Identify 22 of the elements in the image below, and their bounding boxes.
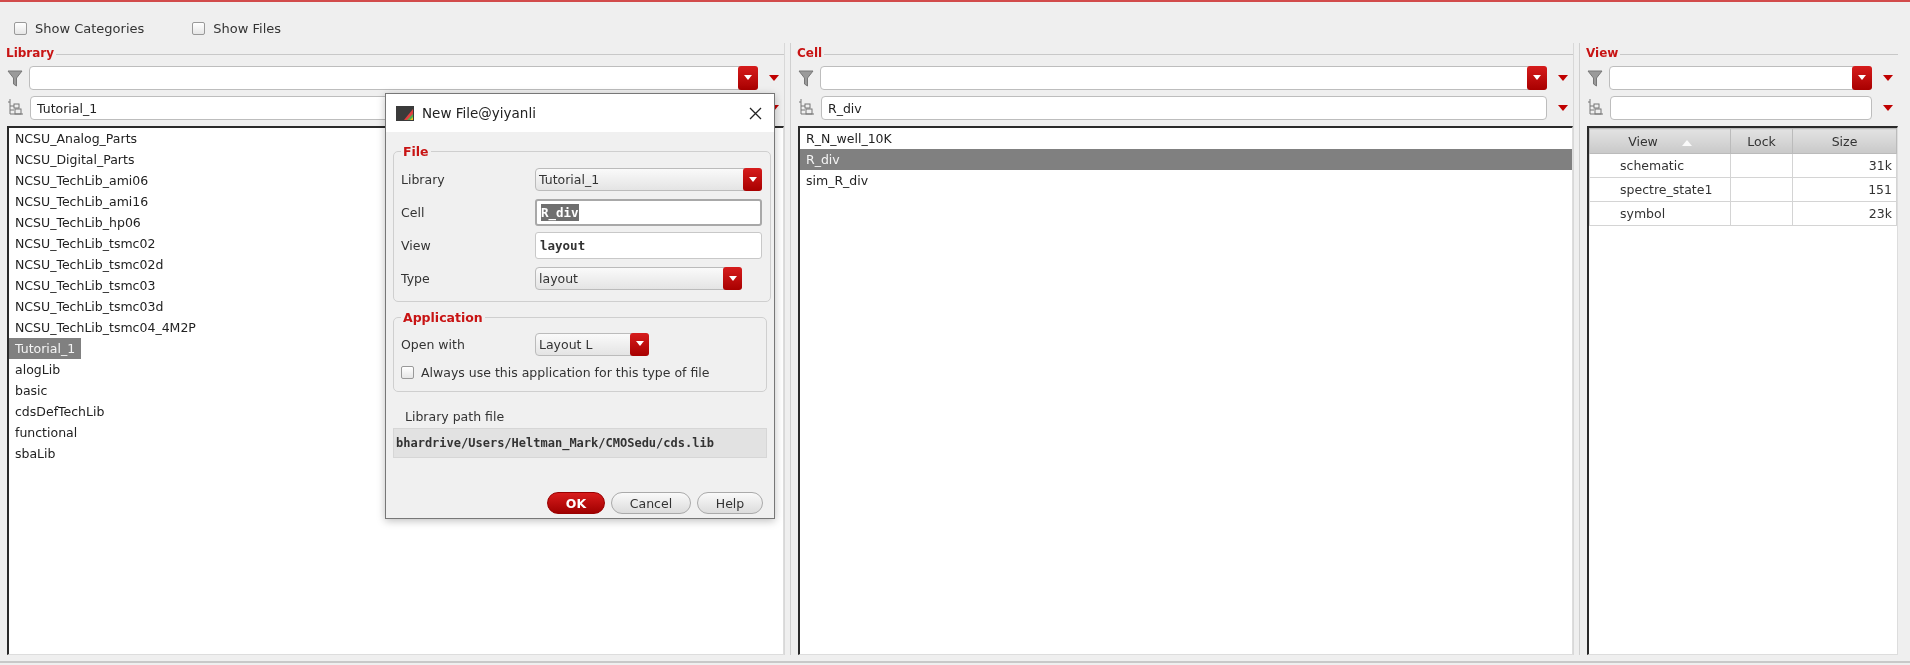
group-title: File	[402, 144, 430, 159]
field-label: Library path file	[405, 407, 506, 426]
panel-title: View	[1585, 46, 1619, 60]
table-cell: 23k	[1792, 201, 1897, 226]
checkbox-label: Show Files	[213, 20, 282, 36]
panel-title: Cell	[796, 46, 823, 60]
table-cell: symbol	[1589, 201, 1731, 226]
field-label: Cell	[401, 205, 426, 220]
group-title: Application	[402, 310, 484, 325]
panel-title: Library	[5, 46, 55, 60]
table-cell: schematic	[1589, 153, 1731, 178]
table-cell: 31k	[1792, 153, 1897, 178]
field-label: Type	[401, 271, 431, 286]
dialog-title: New File@yiyanli	[422, 105, 537, 121]
checkbox-label: Always use this application for this type of file	[421, 364, 710, 380]
field-label: Open with	[401, 336, 466, 352]
table-cell: 151	[1792, 177, 1897, 202]
table-cell: spectre_state1	[1589, 177, 1731, 202]
field-label: Library	[401, 172, 446, 187]
path-field: bhardrive/Users/Heltman_Mark/CMOSedu/cds.lib	[393, 428, 767, 458]
field-label: View	[401, 238, 432, 253]
checkbox-label: Show Categories	[35, 20, 145, 36]
